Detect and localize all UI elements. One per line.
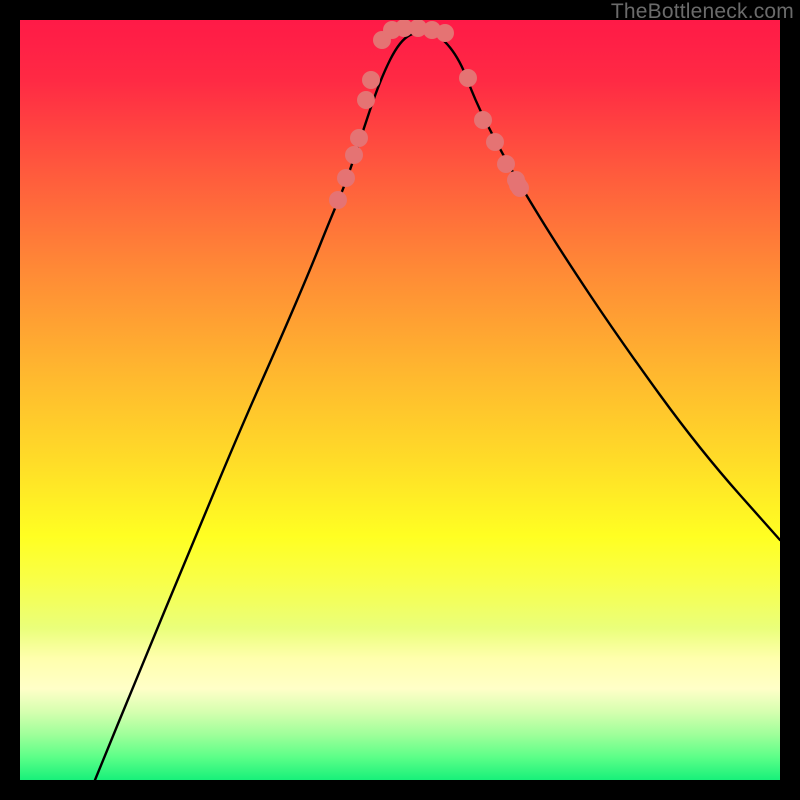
- chart-frame: [20, 20, 780, 780]
- marker-dot: [511, 179, 529, 197]
- curve-line: [95, 32, 780, 780]
- chart-svg: [20, 20, 780, 780]
- marker-dot: [357, 91, 375, 109]
- marker-dots: [329, 20, 529, 209]
- marker-dot: [474, 111, 492, 129]
- marker-dot: [329, 191, 347, 209]
- marker-dot: [459, 69, 477, 87]
- marker-dot: [436, 24, 454, 42]
- marker-dot: [337, 169, 355, 187]
- marker-dot: [486, 133, 504, 151]
- marker-dot: [345, 146, 363, 164]
- marker-dot: [350, 129, 368, 147]
- marker-dot: [362, 71, 380, 89]
- marker-dot: [497, 155, 515, 173]
